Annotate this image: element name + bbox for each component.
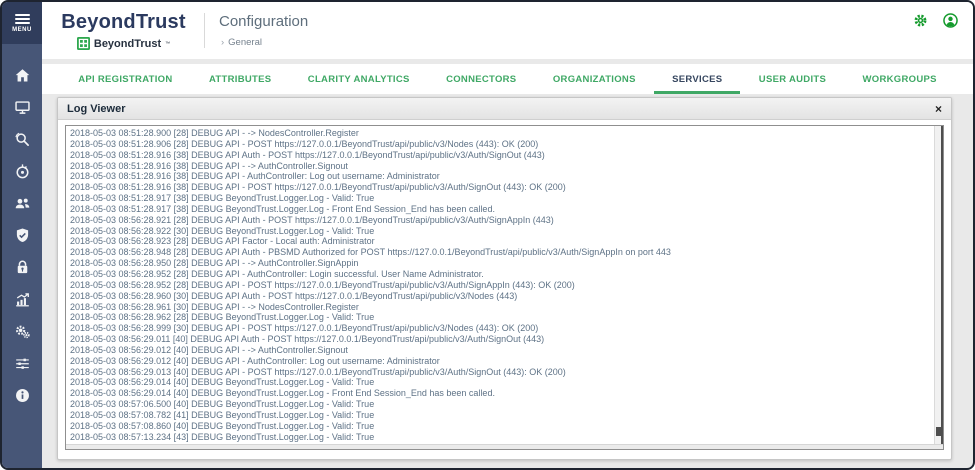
log-line: 2018-05-03 08:51:28.916 [38] DEBUG API -…: [70, 171, 929, 182]
log-line: 2018-05-03 08:56:28.950 [28] DEBUG API -…: [70, 258, 929, 269]
log-line: 2018-05-03 08:56:28.961 [30] DEBUG API -…: [70, 302, 929, 313]
log-line: 2018-05-03 08:56:28.999 [30] DEBUG API -…: [70, 323, 929, 334]
shield-check-icon[interactable]: [2, 226, 42, 245]
vertical-scrollbar[interactable]: [934, 126, 943, 444]
assets-icon[interactable]: [2, 98, 42, 117]
log-line: 2018-05-03 08:57:14.175 [41] DEBUG Beyon…: [70, 442, 929, 443]
app-window: MENU: [0, 0, 975, 470]
sliders-icon[interactable]: [2, 354, 42, 373]
analytics-reporting-icon[interactable]: [2, 290, 42, 309]
log-line: 2018-05-03 08:51:28.916 [38] DEBUG API -…: [70, 182, 929, 193]
log-line: 2018-05-03 08:51:28.906 [28] DEBUG API -…: [70, 139, 929, 150]
brand-block: BeyondTrust BeyondTrust ™: [51, 11, 196, 50]
log-line: 2018-05-03 08:56:28.960 [30] DEBUG API A…: [70, 291, 929, 302]
brand-logo-text: BeyondTrust: [94, 38, 161, 50]
log-line: 2018-05-03 08:57:08.782 [41] DEBUG Beyon…: [70, 410, 929, 421]
log-line: 2018-05-03 08:51:28.916 [38] DEBUG API -…: [70, 161, 929, 172]
log-line: 2018-05-03 08:56:29.012 [40] DEBUG API -…: [70, 345, 929, 356]
brand-title: BeyondTrust: [51, 11, 196, 34]
log-line: 2018-05-03 08:56:29.014 [40] DEBUG Beyon…: [70, 388, 929, 399]
log-textarea[interactable]: 2018-05-03 08:51:28.900 [28] DEBUG API -…: [65, 125, 944, 450]
brand-logo: BeyondTrust ™: [51, 37, 196, 50]
log-line: 2018-05-03 08:56:29.013 [40] DEBUG API -…: [70, 367, 929, 378]
scan-icon[interactable]: [2, 130, 42, 149]
log-line: 2018-05-03 08:56:28.923 [28] DEBUG API F…: [70, 236, 929, 247]
user-icon[interactable]: [942, 12, 959, 29]
menu-label: MENU: [12, 27, 32, 33]
log-viewer-header: Log Viewer ×: [58, 98, 951, 120]
hamburger-icon: [15, 14, 30, 24]
gears-icon[interactable]: [2, 322, 42, 341]
header: BeyondTrust BeyondTrust ™ Configuration ›…: [42, 2, 973, 59]
breadcrumb-chevron-icon: ›: [221, 37, 224, 48]
info-icon[interactable]: [2, 386, 42, 405]
home-icon[interactable]: [2, 66, 42, 85]
tab-organizations[interactable]: ORGANIZATIONS: [553, 64, 636, 94]
tab-bar: API REGISTRATION ATTRIBUTES CLARITY ANAL…: [42, 64, 973, 94]
log-line: 2018-05-03 08:56:28.948 [28] DEBUG API A…: [70, 247, 929, 258]
log-line: 2018-05-03 08:57:13.234 [43] DEBUG Beyon…: [70, 432, 929, 443]
log-line: 2018-05-03 08:56:28.952 [28] DEBUG API -…: [70, 269, 929, 280]
log-lines: 2018-05-03 08:51:28.900 [28] DEBUG API -…: [70, 128, 929, 443]
horizontal-scrollbar[interactable]: [66, 444, 943, 449]
breadcrumb: › General: [221, 37, 262, 48]
close-icon[interactable]: ×: [935, 103, 942, 115]
log-line: 2018-05-03 08:56:28.962 [28] DEBUG Beyon…: [70, 312, 929, 323]
log-line: 2018-05-03 08:56:28.921 [28] DEBUG API A…: [70, 215, 929, 226]
log-line: 2018-05-03 08:51:28.917 [38] DEBUG Beyon…: [70, 193, 929, 204]
sidebar: MENU: [2, 2, 42, 468]
brand-logo-mark: ™: [165, 41, 170, 47]
tab-user-audits[interactable]: USER AUDITS: [759, 64, 826, 94]
tab-workgroups[interactable]: WORKGROUPS: [863, 64, 937, 94]
log-line: 2018-05-03 08:56:28.922 [30] DEBUG Beyon…: [70, 226, 929, 237]
log-line: 2018-05-03 08:51:28.917 [38] DEBUG Beyon…: [70, 204, 929, 215]
log-line: 2018-05-03 08:51:28.916 [38] DEBUG API A…: [70, 150, 929, 161]
log-viewer-title: Log Viewer: [67, 103, 125, 115]
log-line: 2018-05-03 08:56:29.011 [40] DEBUG API A…: [70, 334, 929, 345]
vertical-scrollbar-thumb[interactable]: [936, 427, 941, 436]
log-line: 2018-05-03 08:56:28.952 [28] DEBUG API -…: [70, 280, 929, 291]
log-line: 2018-05-03 08:57:06.500 [40] DEBUG Beyon…: [70, 399, 929, 410]
tab-connectors[interactable]: CONNECTORS: [446, 64, 516, 94]
users-icon[interactable]: [2, 194, 42, 213]
tab-clarity-analytics[interactable]: CLARITY ANALYTICS: [308, 64, 410, 94]
page-title: Configuration: [219, 13, 308, 30]
log-viewer-panel: Log Viewer × 2018-05-03 08:51:28.900 [28…: [57, 97, 952, 460]
tab-api-registration[interactable]: API REGISTRATION: [78, 64, 172, 94]
gear-icon[interactable]: [912, 12, 929, 29]
tab-attributes[interactable]: ATTRIBUTES: [209, 64, 271, 94]
log-line: 2018-05-03 08:56:29.012 [40] DEBUG API -…: [70, 356, 929, 367]
tab-services[interactable]: SERVICES: [672, 64, 722, 94]
password-safe-icon[interactable]: [2, 258, 42, 277]
log-line: 2018-05-03 08:51:28.900 [28] DEBUG API -…: [70, 128, 929, 139]
threat-analytics-icon[interactable]: [2, 162, 42, 181]
breadcrumb-item: General: [228, 37, 262, 48]
log-line: 2018-05-03 08:56:29.014 [40] DEBUG Beyon…: [70, 377, 929, 388]
header-divider: [204, 13, 205, 48]
menu-button[interactable]: MENU: [2, 2, 42, 44]
log-line: 2018-05-03 08:57:08.860 [40] DEBUG Beyon…: [70, 421, 929, 432]
beyondtrust-grid-icon: [77, 37, 90, 50]
